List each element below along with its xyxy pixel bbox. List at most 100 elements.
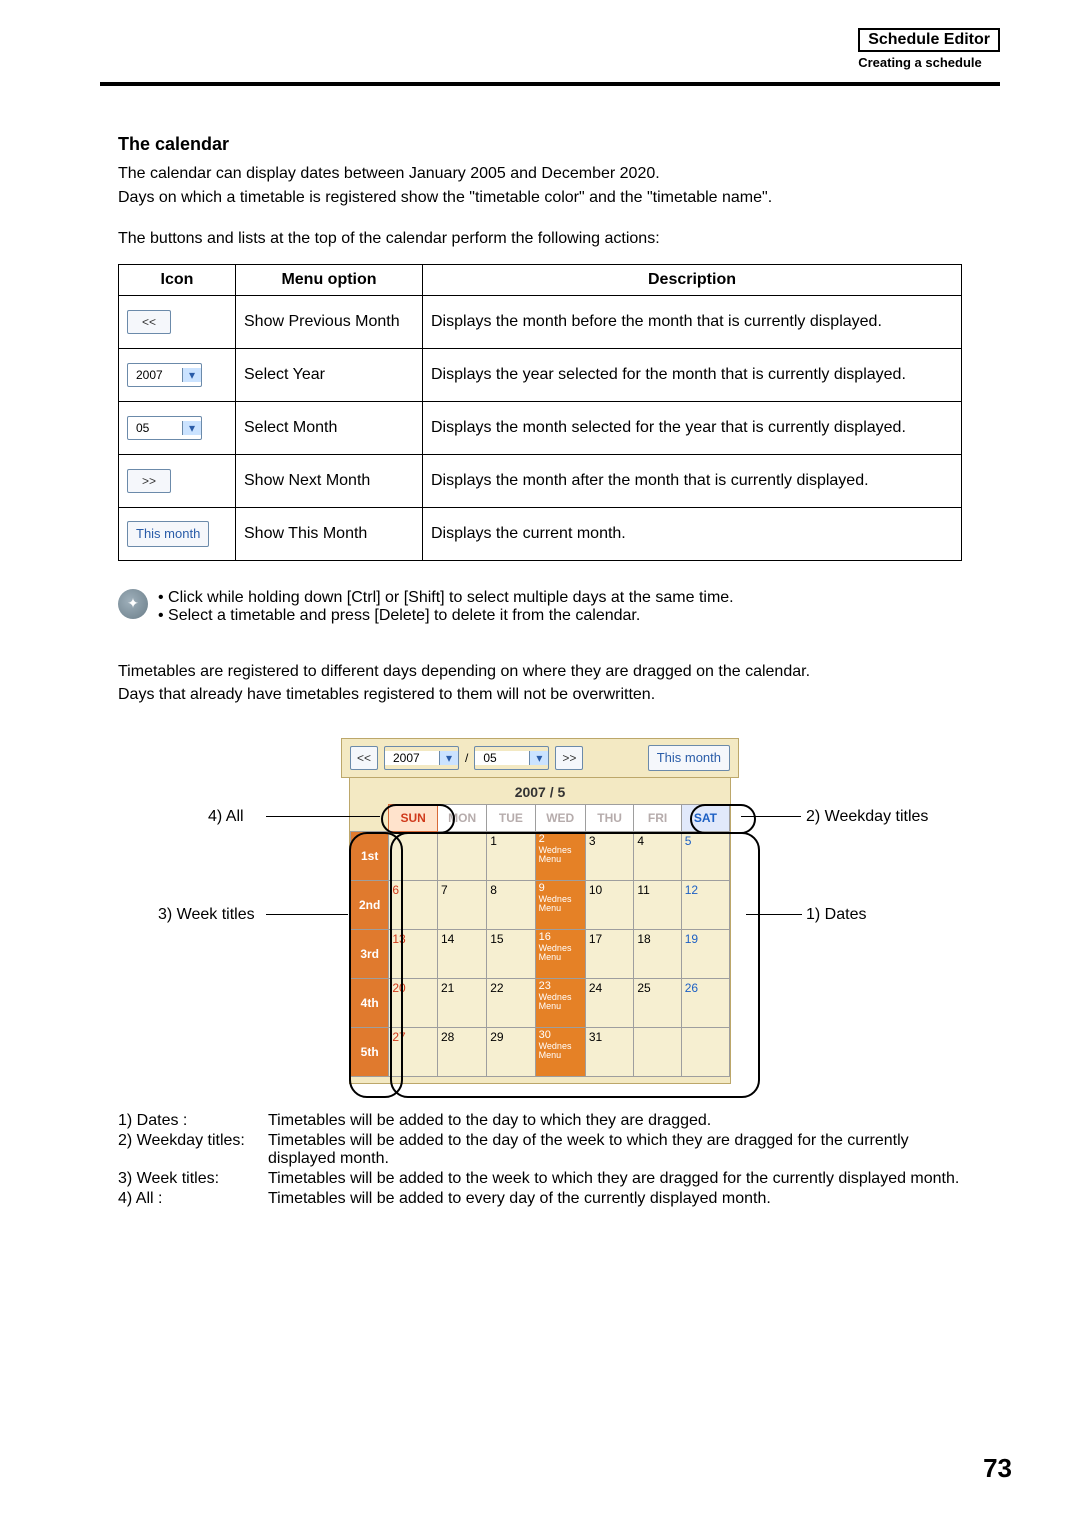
menu-desc: Displays the year selected for the month… <box>423 348 962 401</box>
leader <box>266 914 348 915</box>
cal-thismonth-button[interactable]: This month <box>648 745 730 771</box>
calendar-cell[interactable]: 26 <box>681 978 729 1027</box>
month-select[interactable]: 05 ▾ <box>127 416 202 440</box>
calendar-figure: << 2007 ▾ / 05 ▾ >> This month 2007 / 5 <box>118 738 962 1084</box>
legend-val: Timetables will be added to the day to w… <box>268 1112 962 1130</box>
calendar-cell[interactable]: 21 <box>438 978 487 1027</box>
week-title[interactable]: 5th <box>351 1027 389 1076</box>
hint-item: • Click while holding down [Ctrl] or [Sh… <box>158 589 734 607</box>
calendar-cell[interactable]: 2WednesMenu <box>535 831 585 880</box>
table-intro: The buttons and lists at the top of the … <box>118 228 962 250</box>
menu-option: Show Next Month <box>236 454 423 507</box>
calendar-cell[interactable]: 20 <box>389 978 438 1027</box>
chevron-down-icon: ▾ <box>439 751 458 765</box>
calendar-cell[interactable]: 6 <box>389 880 438 929</box>
week-title[interactable]: 4th <box>351 978 389 1027</box>
calendar-cell[interactable]: 27 <box>389 1027 438 1076</box>
calendar-cell[interactable]: 31 <box>585 1027 634 1076</box>
cal-prev-button[interactable]: << <box>350 746 378 770</box>
chevron-down-icon: ▾ <box>182 421 201 435</box>
hint-item: • Select a timetable and press [Delete] … <box>158 607 734 625</box>
leader <box>746 914 802 915</box>
callout-all: 4) All <box>208 808 244 826</box>
calendar-toolbar: << 2007 ▾ / 05 ▾ >> This month <box>341 738 739 778</box>
calendar-cell[interactable]: 29 <box>487 1027 535 1076</box>
calendar-cell[interactable]: 18 <box>634 929 681 978</box>
hint-list: • Click while holding down [Ctrl] or [Sh… <box>158 589 734 625</box>
hint-icon: ✦ <box>118 589 148 619</box>
cal-month-value: 05 <box>475 751 529 765</box>
next-month-button[interactable]: >> <box>127 469 171 493</box>
calendar-cell[interactable]: 4 <box>634 831 681 880</box>
legend-list: 1) Dates :Timetables will be added to th… <box>118 1112 962 1208</box>
legend-key: 4) All : <box>118 1190 268 1208</box>
chevron-down-icon: ▾ <box>529 751 548 765</box>
calendar-cell[interactable] <box>634 1027 681 1076</box>
prev-month-button[interactable]: << <box>127 310 171 334</box>
this-month-button[interactable]: This month <box>127 521 209 547</box>
calendar-cell[interactable]: 15 <box>487 929 535 978</box>
menu-option: Show This Month <box>236 507 423 560</box>
page-number: 73 <box>983 1453 1012 1484</box>
menu-desc: Displays the current month. <box>423 507 962 560</box>
calendar-cell[interactable]: 17 <box>585 929 634 978</box>
legend-val: Timetables will be added to every day of… <box>268 1190 962 1208</box>
cal-year-select[interactable]: 2007 ▾ <box>384 746 459 770</box>
weekday-header-sat[interactable]: SAT <box>681 804 729 831</box>
callout-week-titles: 3) Week titles <box>158 906 255 924</box>
section-title: The calendar <box>118 134 962 155</box>
calendar-cell[interactable] <box>438 831 487 880</box>
calendar-cell[interactable]: 28 <box>438 1027 487 1076</box>
calendar-cell[interactable]: 14 <box>438 929 487 978</box>
weekday-header[interactable]: TUE <box>487 804 535 831</box>
legend-key: 3) Week titles: <box>118 1170 268 1188</box>
calendar-cell[interactable] <box>389 831 438 880</box>
cal-year-value: 2007 <box>385 751 439 765</box>
calendar-cell[interactable]: 9WednesMenu <box>535 880 585 929</box>
cal-next-button[interactable]: >> <box>555 746 583 770</box>
calendar-cell[interactable]: 8 <box>487 880 535 929</box>
table-row: This month Show This Month Displays the … <box>119 507 962 560</box>
calendar-cell[interactable]: 13 <box>389 929 438 978</box>
weekday-header[interactable]: THU <box>585 804 634 831</box>
intro-line-1: The calendar can display dates between J… <box>118 163 962 185</box>
calendar-cell[interactable]: 3 <box>585 831 634 880</box>
header-rule <box>100 82 1000 86</box>
calendar-cell[interactable]: 12 <box>681 880 729 929</box>
hint-block: ✦ • Click while holding down [Ctrl] or [… <box>118 589 962 625</box>
menu-option: Select Month <box>236 401 423 454</box>
th-icon: Icon <box>119 264 236 295</box>
week-title[interactable]: 2nd <box>351 880 389 929</box>
calendar-cell[interactable]: 10 <box>585 880 634 929</box>
weekday-header[interactable]: WED <box>535 804 585 831</box>
calendar-cell[interactable]: 16WednesMenu <box>535 929 585 978</box>
cal-month-select[interactable]: 05 ▾ <box>474 746 549 770</box>
callout-dates: 1) Dates <box>806 906 866 924</box>
week-title[interactable]: 3rd <box>351 929 389 978</box>
leader <box>741 816 801 817</box>
calendar-cell[interactable]: 22 <box>487 978 535 1027</box>
weekday-header[interactable]: MON <box>438 804 487 831</box>
calendar-cell[interactable]: 30WednesMenu <box>535 1027 585 1076</box>
calendar-title: 2007 / 5 <box>350 778 730 804</box>
calendar-cell[interactable]: 1 <box>487 831 535 880</box>
calendar-cell[interactable]: 23WednesMenu <box>535 978 585 1027</box>
table-row: 05 ▾ Select Month Displays the month sel… <box>119 401 962 454</box>
drag-note-2: Days that already have timetables regist… <box>118 684 962 706</box>
week-title[interactable]: 1st <box>351 831 389 880</box>
page-header: Schedule Editor Creating a schedule <box>858 28 1000 72</box>
menu-desc: Displays the month before the month that… <box>423 295 962 348</box>
chevron-down-icon: ▾ <box>182 368 201 382</box>
weekday-header[interactable]: FRI <box>634 804 681 831</box>
calendar-cell[interactable]: 7 <box>438 880 487 929</box>
calendar-cell[interactable]: 11 <box>634 880 681 929</box>
weekday-header-sun[interactable]: SUN <box>389 804 438 831</box>
calendar-cell[interactable]: 19 <box>681 929 729 978</box>
calendar-cell[interactable]: 25 <box>634 978 681 1027</box>
calendar-cell[interactable]: 24 <box>585 978 634 1027</box>
calendar-cell[interactable]: 5 <box>681 831 729 880</box>
menu-desc: Displays the month after the month that … <box>423 454 962 507</box>
calendar-grid: SUN MON TUE WED THU FRI SAT 1st 12WednesM… <box>350 804 730 1077</box>
calendar-cell[interactable] <box>681 1027 729 1076</box>
year-select[interactable]: 2007 ▾ <box>127 363 202 387</box>
